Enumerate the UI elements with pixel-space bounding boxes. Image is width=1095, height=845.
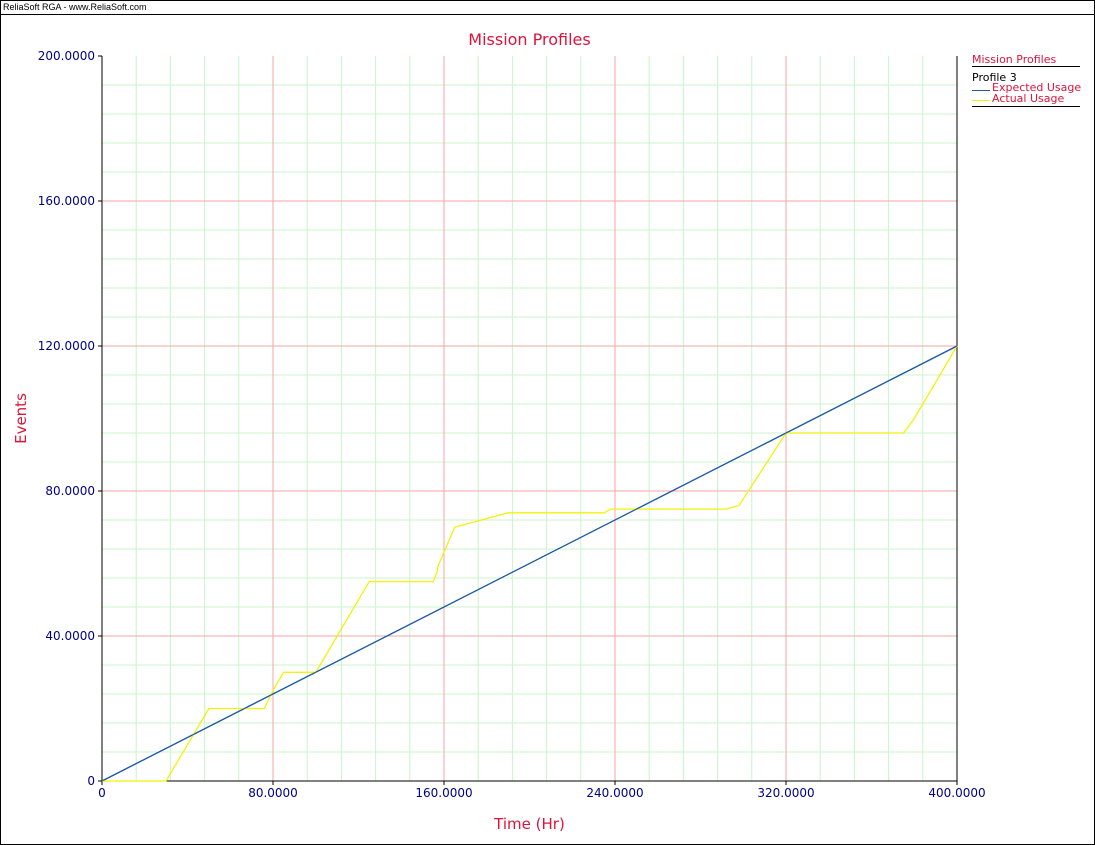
y-tick-label: 160.0000 bbox=[38, 194, 95, 208]
chart-title: Mission Profiles bbox=[468, 30, 590, 49]
legend-actual-swatch bbox=[972, 100, 990, 101]
legend-bottom-rule bbox=[972, 106, 1080, 107]
x-tick-label: 320.0000 bbox=[757, 786, 814, 800]
y-tick-label: 0 bbox=[87, 774, 95, 788]
x-tick-label: 400.0000 bbox=[928, 786, 985, 800]
y-axis-label: Events bbox=[12, 393, 30, 444]
x-tick-label: 160.0000 bbox=[415, 786, 472, 800]
legend-actual-label: Actual Usage bbox=[992, 92, 1065, 105]
chart-canvas: 0 80.0000 160.0000 240.0000 320.0000 400.0000… bbox=[12, 30, 986, 833]
y-tick-label: 80.0000 bbox=[45, 484, 95, 498]
x-axis-label: Time (Hr) bbox=[493, 815, 565, 833]
y-tick-label: 200.0000 bbox=[38, 49, 95, 63]
y-tick-label: 120.0000 bbox=[38, 339, 95, 353]
legend-title: Mission Profiles bbox=[972, 53, 1057, 66]
expected-usage-line-overlay bbox=[101, 345, 958, 782]
legend-expected-swatch bbox=[972, 90, 990, 91]
x-tick-label: 80.0000 bbox=[248, 786, 298, 800]
legend-title-underline bbox=[972, 66, 1080, 67]
x-tick-label: 0 bbox=[98, 786, 106, 800]
x-tick-label: 240.0000 bbox=[586, 786, 643, 800]
y-tick-label: 40.0000 bbox=[45, 629, 95, 643]
